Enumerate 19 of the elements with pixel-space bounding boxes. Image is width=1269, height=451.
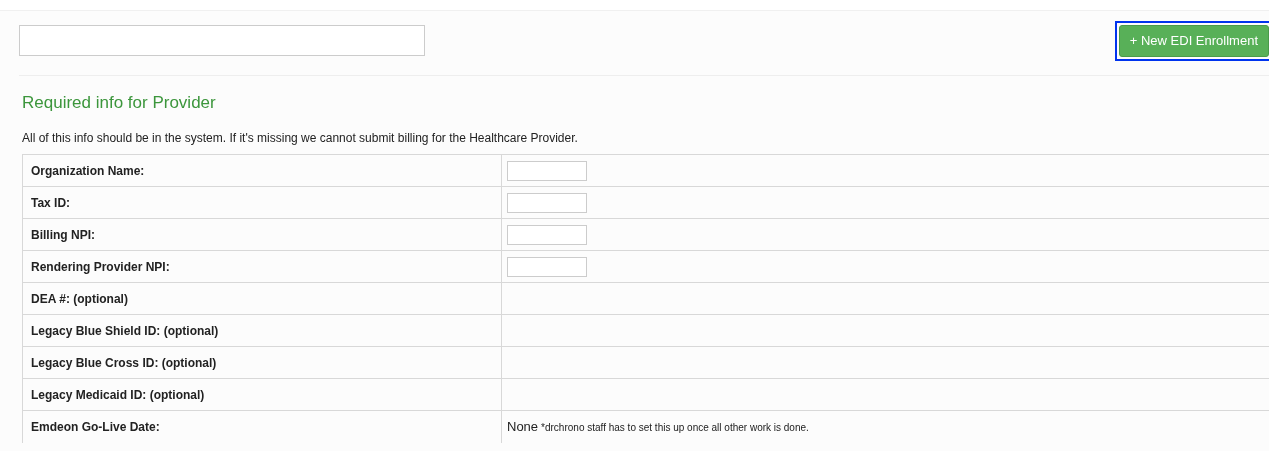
text-field[interactable]: [507, 192, 587, 213]
description-text: All of this info should be in the system. If it's missing we cannot submit billing for the Healthcare Provider.: [22, 130, 579, 147]
value-text: None: [507, 418, 539, 436]
section-heading: Required info for Provider: [22, 91, 217, 114]
text-field[interactable]: [507, 256, 587, 277]
note-text: *drchrono staff has to set this up once all other work is done.: [541, 421, 809, 435]
field-label: DEA #: (optional): [22, 282, 502, 315]
field-label: Legacy Medicaid ID: (optional): [22, 378, 502, 411]
field-label: Emdeon Go-Live Date:: [22, 410, 502, 443]
field-label: Rendering Provider NPI:: [22, 250, 502, 283]
new-enrollment-button[interactable]: + New EDI Enrollment: [1118, 25, 1269, 57]
search-field[interactable]: [19, 25, 425, 57]
field-label: Legacy Blue Shield ID: (optional): [22, 314, 502, 347]
field-label: Tax ID:: [22, 186, 502, 219]
text-field[interactable]: [507, 224, 587, 245]
text-field[interactable]: [507, 160, 587, 181]
field-label: Billing NPI:: [22, 218, 502, 251]
field-label: Organization Name:: [22, 154, 502, 187]
field-label: Legacy Blue Cross ID: (optional): [22, 346, 502, 379]
